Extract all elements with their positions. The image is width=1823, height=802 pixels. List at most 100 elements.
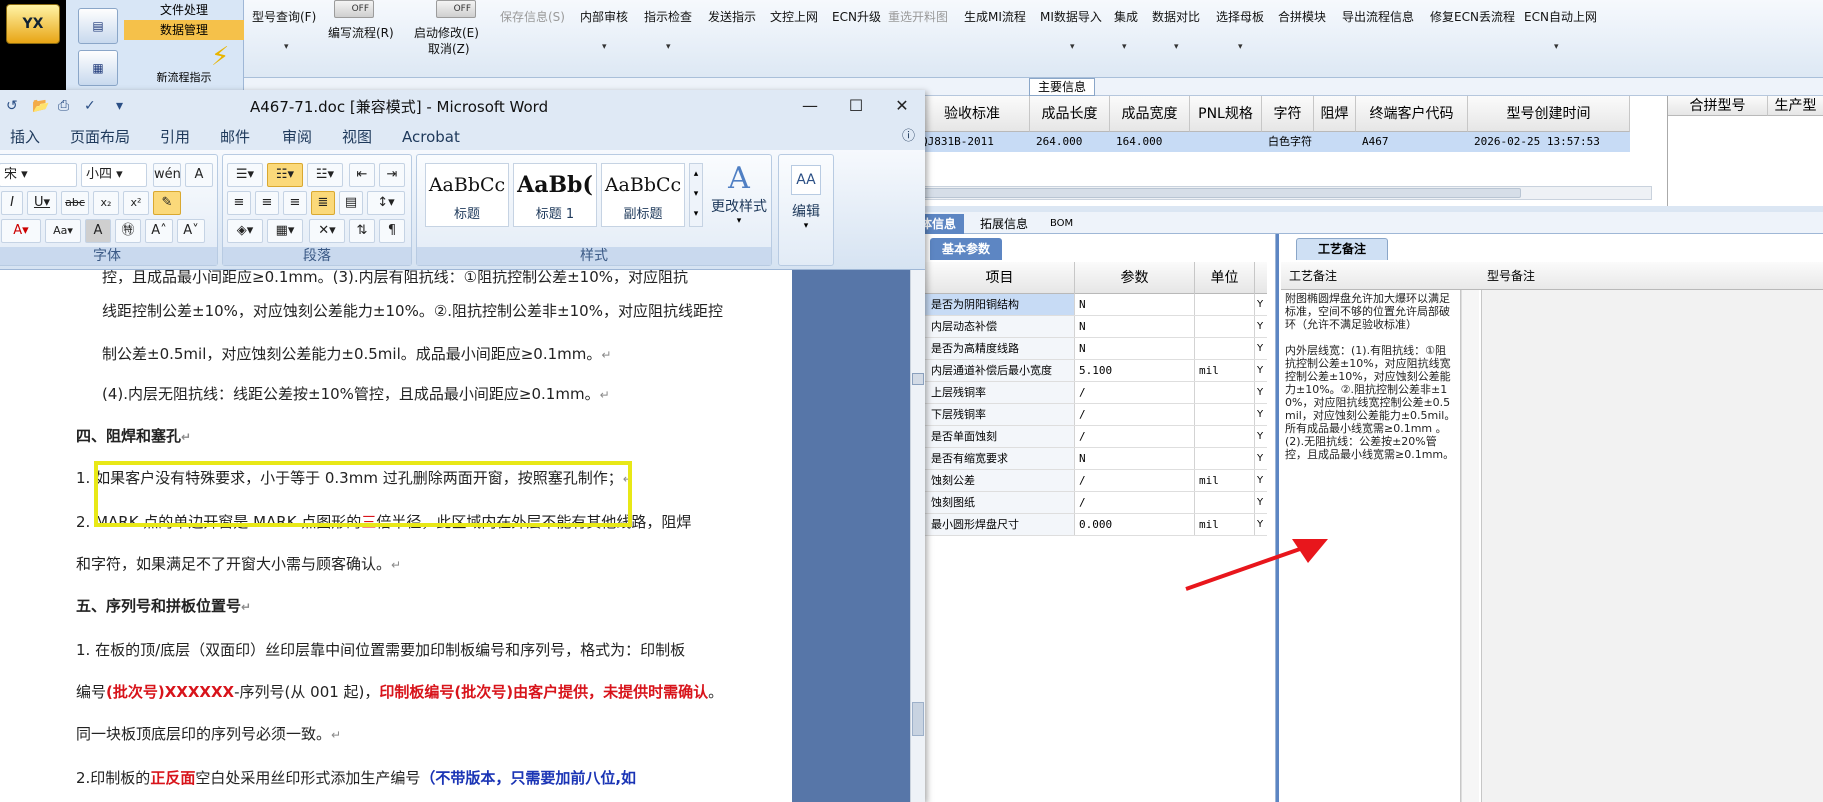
- integrate-button[interactable]: 集成: [1114, 8, 1138, 25]
- grid-cell[interactable]: 264.000: [1030, 132, 1110, 152]
- param-row[interactable]: 蚀刻图纸 / Y: [925, 492, 1267, 514]
- style-subtitle[interactable]: AaBbCc 副标题: [601, 163, 685, 227]
- italic-icon[interactable]: I: [1, 191, 23, 215]
- param-value[interactable]: N: [1075, 338, 1195, 359]
- param-value[interactable]: N: [1075, 316, 1195, 337]
- qat-dropdown-icon[interactable]: ▾: [116, 98, 123, 114]
- header-item[interactable]: 项目: [925, 262, 1075, 294]
- tab-bom[interactable]: BOM: [1042, 214, 1081, 234]
- ruler-toggle-icon[interactable]: [912, 373, 924, 385]
- decrease-indent-icon[interactable]: ⇤: [349, 163, 375, 187]
- edit-button[interactable]: AA 编辑 ▾: [781, 161, 831, 251]
- tab-review[interactable]: 审阅: [282, 124, 312, 150]
- write-flow-button[interactable]: 编写流程(R): [328, 24, 394, 41]
- grow-font-icon[interactable]: A˄: [145, 219, 173, 243]
- param-row[interactable]: 下层残铜率 / Y: [925, 404, 1267, 426]
- chevron-down-icon[interactable]: ▾: [666, 42, 671, 52]
- header-finished-length[interactable]: 成品长度: [1030, 96, 1110, 132]
- change-styles-button[interactable]: A 更改样式 ▾: [709, 161, 769, 241]
- header-character[interactable]: 字符: [1262, 96, 1314, 132]
- grid-cell[interactable]: 164.000: [1110, 132, 1190, 152]
- chevron-down-icon[interactable]: ▾: [1122, 42, 1127, 52]
- select-motherboard-button[interactable]: 选择母板: [1216, 8, 1264, 25]
- toggle-switch[interactable]: OFF: [334, 0, 374, 18]
- param-row[interactable]: 是否为高精度线路 N Y: [925, 338, 1267, 360]
- param-value[interactable]: N: [1075, 448, 1195, 469]
- spellcheck-icon[interactable]: ✓: [84, 98, 96, 114]
- tab-insert[interactable]: 插入: [10, 124, 40, 150]
- font-color-icon[interactable]: A▾: [1, 219, 41, 243]
- minimize-icon[interactable]: —: [788, 92, 832, 122]
- tab-process-notes[interactable]: 工艺备注: [1296, 238, 1388, 260]
- superscript-icon[interactable]: x²: [123, 191, 149, 215]
- distributed-icon[interactable]: ▤: [339, 191, 363, 215]
- char-border-icon[interactable]: A: [185, 163, 213, 187]
- grid-cell[interactable]: A467: [1356, 132, 1468, 152]
- param-row[interactable]: 蚀刻公差 / mil Y: [925, 470, 1267, 492]
- repair-ecn-button[interactable]: 修复ECN丢流程: [1430, 8, 1515, 25]
- enclose-char-icon[interactable]: ㊕: [115, 219, 141, 243]
- param-row[interactable]: 内层通道补偿后最小宽度 5.100 mil Y: [925, 360, 1267, 382]
- numbering-icon[interactable]: ☷▾: [267, 163, 303, 187]
- doc-control-online-button[interactable]: 文控上网: [770, 8, 818, 25]
- header-production-type[interactable]: 生产型: [1768, 96, 1823, 116]
- header-customer-code[interactable]: 终端客户代码: [1356, 96, 1468, 132]
- tab-acrobat[interactable]: Acrobat: [402, 124, 460, 150]
- tab-view[interactable]: 视图: [342, 124, 372, 150]
- indication-check-button[interactable]: 指示检查: [644, 8, 692, 25]
- header-merge-model[interactable]: 合拼型号: [1668, 96, 1768, 116]
- header-unit[interactable]: 单位: [1195, 262, 1255, 294]
- close-icon[interactable]: ✕: [880, 92, 924, 122]
- chevron-down-icon[interactable]: ▾: [1070, 42, 1075, 52]
- subscript-icon[interactable]: x₂: [93, 191, 119, 215]
- style-heading-1[interactable]: AaBb( 标题 1: [513, 163, 597, 227]
- multilevel-list-icon[interactable]: ☳▾: [307, 163, 343, 187]
- underline-icon[interactable]: U▾: [27, 191, 57, 215]
- grid-cell[interactable]: [1190, 132, 1262, 152]
- param-value[interactable]: /: [1075, 470, 1195, 491]
- start-modify-button[interactable]: 启动修改(E): [414, 24, 479, 41]
- tab-basic-params[interactable]: 基本参数: [930, 238, 1002, 260]
- open-folder-icon[interactable]: 📂: [32, 98, 49, 114]
- chevron-down-icon[interactable]: ▾: [1238, 42, 1243, 52]
- font-name-select[interactable]: 宋 ▾: [0, 163, 77, 187]
- nav-item-data-management[interactable]: 数据管理: [124, 20, 244, 40]
- param-row[interactable]: 是否为阴阳铜结构 N Y: [925, 294, 1267, 316]
- data-compare-button[interactable]: 数据对比: [1152, 8, 1200, 25]
- save-info-button[interactable]: 保存信息(S): [500, 8, 565, 25]
- mi-data-import-button[interactable]: MI数据导入: [1040, 8, 1102, 25]
- nav-item-new-flow[interactable]: 新流程指示: [124, 68, 244, 88]
- char-shading-icon[interactable]: A: [85, 219, 111, 243]
- print-preview-icon[interactable]: ⎙: [58, 98, 69, 114]
- param-row[interactable]: 上层残铜率 / Y: [925, 382, 1267, 404]
- style-title[interactable]: AaBbCc 标题: [425, 163, 509, 227]
- grid-cell[interactable]: 白色字符: [1262, 132, 1314, 152]
- styles-scroll[interactable]: ▴ ▾ ▾: [689, 163, 703, 227]
- tab-extended-info[interactable]: 拓展信息: [972, 214, 1036, 234]
- bullets-icon[interactable]: ☰▾: [227, 163, 263, 187]
- cancel-button[interactable]: 取消(Z): [428, 40, 470, 57]
- header-solder-mask[interactable]: 阻焊: [1314, 96, 1356, 132]
- chevron-down-icon[interactable]: ▾: [1174, 42, 1179, 52]
- param-value[interactable]: /: [1075, 404, 1195, 425]
- grid-cell[interactable]: 2026-02-25 13:57:53: [1468, 132, 1630, 152]
- header-create-time[interactable]: 型号创建时间: [1468, 96, 1630, 132]
- param-value[interactable]: N: [1075, 294, 1195, 315]
- grid-cell[interactable]: [1314, 132, 1356, 152]
- reselect-cutting-button[interactable]: 重选开料图: [888, 8, 948, 25]
- borders-icon[interactable]: ▦▾: [267, 219, 303, 243]
- param-row[interactable]: 最小圆形焊盘尺寸 0.000 mil Y: [925, 514, 1267, 536]
- tab-mailings[interactable]: 邮件: [220, 124, 250, 150]
- justify-icon[interactable]: ≣: [311, 191, 335, 215]
- param-row[interactable]: 是否有缩宽要求 N Y: [925, 448, 1267, 470]
- shrink-font-icon[interactable]: A˅: [177, 219, 205, 243]
- scrollbar-thumb[interactable]: [901, 188, 1521, 198]
- shading-icon[interactable]: ◈▾: [227, 219, 263, 243]
- grid-cell[interactable]: QJ831B-2011: [915, 132, 1030, 152]
- send-indication-button[interactable]: 发送指示: [708, 8, 756, 25]
- toggle-switch[interactable]: OFF: [436, 0, 476, 18]
- font-size-select[interactable]: 小四 ▾: [81, 163, 147, 187]
- chinese-layout-icon[interactable]: ✕▾: [309, 219, 345, 243]
- internal-review-button[interactable]: 内部审核: [580, 8, 628, 25]
- tab-page-layout[interactable]: 页面布局: [70, 124, 130, 150]
